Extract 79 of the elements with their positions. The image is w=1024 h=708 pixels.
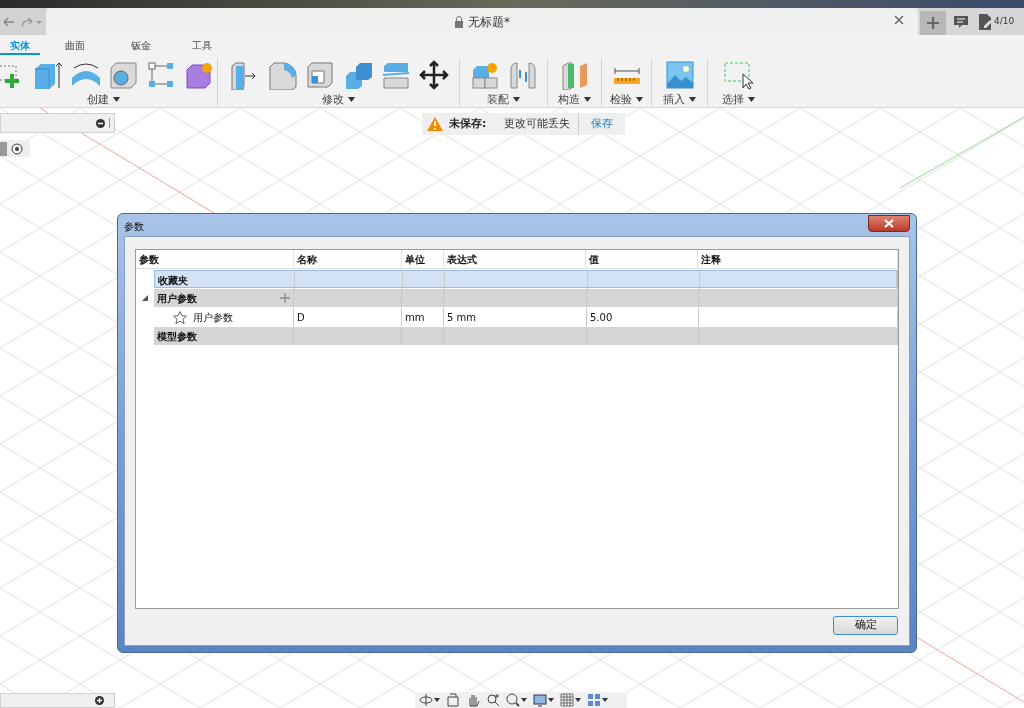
undo-icon bbox=[2, 15, 14, 28]
browser-row[interactable] bbox=[0, 140, 30, 157]
grid-icon bbox=[560, 692, 574, 708]
group-menu-button[interactable]: 装配 bbox=[487, 91, 520, 108]
table-cell-text: 5.00 bbox=[590, 310, 613, 325]
ribbon-tab[interactable]: 钣金 bbox=[110, 35, 172, 55]
close-button[interactable] bbox=[868, 214, 910, 232]
group-menu-button[interactable]: 创建 bbox=[87, 91, 120, 108]
caret-icon bbox=[434, 698, 440, 702]
table-cell-text: 用户参数 bbox=[157, 291, 197, 306]
save-button[interactable]: 保存 bbox=[579, 113, 626, 135]
zoom-icon bbox=[486, 692, 500, 708]
caret-icon bbox=[521, 698, 527, 702]
planes-icon bbox=[559, 59, 590, 90]
document-pencil-icon bbox=[978, 13, 992, 30]
collapse-icon bbox=[96, 118, 105, 128]
column-header[interactable]: 单位 bbox=[401, 250, 444, 268]
ok-button[interactable]: 确定 bbox=[833, 616, 898, 635]
caret-icon bbox=[548, 698, 554, 702]
hollow-cube-icon bbox=[304, 59, 335, 90]
add-icon bbox=[280, 293, 290, 303]
table-cell-text: D bbox=[297, 310, 305, 325]
dialog-title: 参数 bbox=[124, 219, 144, 234]
orbit-icon bbox=[419, 692, 433, 708]
unsaved-label: 未保存: bbox=[449, 115, 487, 132]
caret-icon bbox=[636, 97, 643, 103]
selection-box-icon bbox=[723, 59, 753, 90]
ribbon-tab[interactable]: 曲面 bbox=[40, 35, 110, 55]
zoom-window-icon bbox=[506, 692, 520, 708]
table-cell-text: 收藏夹 bbox=[158, 273, 188, 288]
warning-icon bbox=[427, 117, 443, 131]
table-cell-text: 5 mm bbox=[447, 310, 477, 325]
rounded-block-icon bbox=[266, 59, 297, 90]
group-menu-button[interactable]: 检验 bbox=[610, 91, 643, 108]
lock-icon bbox=[454, 15, 464, 28]
close-icon bbox=[884, 218, 894, 228]
move-icon bbox=[418, 59, 449, 90]
table-cell-text: 模型参数 bbox=[157, 329, 197, 344]
caret-icon bbox=[602, 698, 608, 702]
caret-icon bbox=[584, 97, 591, 103]
caret-icon bbox=[348, 97, 355, 103]
document-title: 无标题* bbox=[468, 13, 510, 31]
group-menu-button[interactable]: 构造 bbox=[558, 91, 591, 108]
caret-icon bbox=[513, 97, 520, 103]
column-header[interactable]: 注释 bbox=[698, 250, 898, 268]
nodes-icon bbox=[145, 59, 176, 90]
table-row[interactable]: 用户参数 bbox=[154, 289, 898, 307]
plus-icon bbox=[927, 17, 939, 29]
caret-icon bbox=[689, 97, 696, 103]
caret-icon bbox=[747, 97, 755, 103]
redo-icon bbox=[20, 15, 42, 28]
column-header[interactable]: 参数 bbox=[136, 250, 294, 268]
hinge-icon bbox=[507, 59, 538, 90]
table-row[interactable]: 收藏夹 bbox=[154, 270, 898, 288]
column-header[interactable]: 值 bbox=[586, 250, 699, 268]
look-at-icon bbox=[446, 692, 460, 708]
new-tab-button[interactable] bbox=[920, 11, 946, 35]
viewports-icon bbox=[587, 692, 601, 708]
group-menu-button[interactable]: 修改 bbox=[322, 91, 355, 108]
close-icon bbox=[894, 15, 904, 25]
column-header[interactable]: 表达式 bbox=[443, 250, 587, 268]
document-tab[interactable]: 无标题* bbox=[46, 8, 918, 35]
group-menu-button[interactable]: 选择 bbox=[721, 91, 755, 108]
table-cell-text: 用户参数 bbox=[193, 310, 233, 325]
visibility-icon bbox=[11, 142, 23, 155]
caret-icon bbox=[575, 698, 581, 702]
table-cell-text: mm bbox=[405, 310, 425, 325]
comment-icon bbox=[953, 14, 969, 29]
add-circle-icon bbox=[95, 696, 104, 705]
unsaved-message: 更改可能丢失 bbox=[504, 113, 580, 135]
table-row[interactable]: 模型参数 bbox=[154, 327, 898, 345]
caret-icon bbox=[113, 97, 120, 103]
cube-hole-icon bbox=[107, 59, 138, 90]
group-menu-button[interactable]: 插入 bbox=[663, 91, 696, 108]
column-header[interactable]: 名称 bbox=[293, 250, 402, 268]
ribbon-tab[interactable]: 工具 bbox=[172, 35, 232, 55]
image-icon bbox=[664, 59, 695, 90]
display-icon bbox=[533, 692, 547, 708]
job-status-count[interactable]: 4/10 bbox=[994, 14, 1015, 29]
